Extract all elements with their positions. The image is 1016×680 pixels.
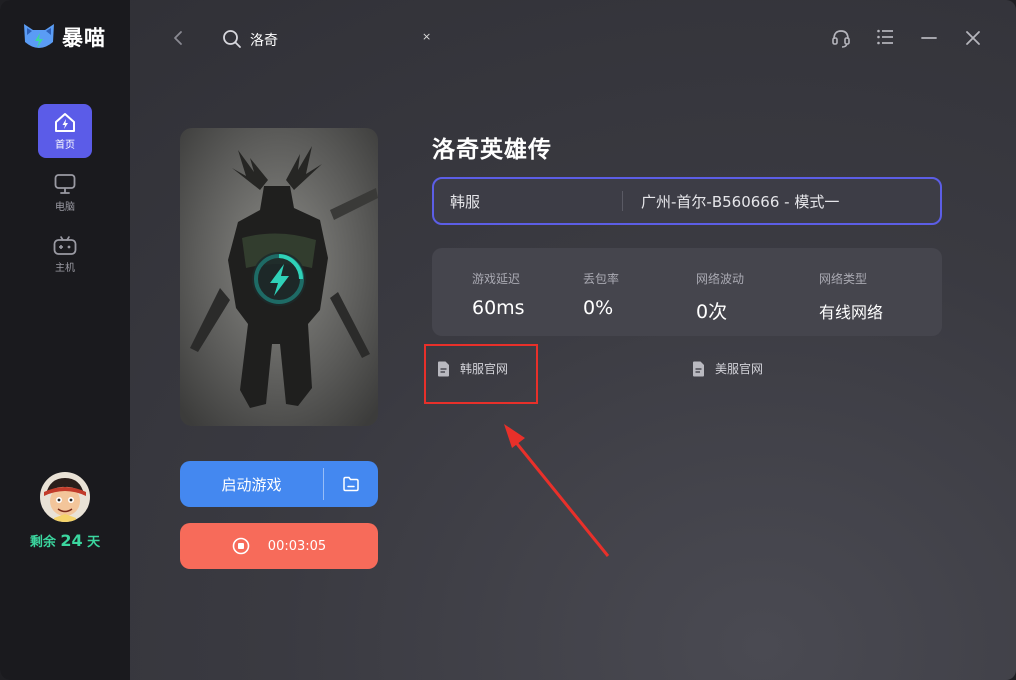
open-folder-button[interactable] [324, 476, 378, 492]
app-name: 暴喵 [62, 26, 106, 50]
close-icon[interactable] [965, 30, 981, 46]
sidebar-item-console[interactable]: 主机 [38, 227, 92, 281]
acceleration-timer: 00:03:05 [267, 538, 327, 554]
folder-icon [343, 476, 359, 492]
sidebar-item-label: 首页 [55, 140, 75, 151]
gamepad-icon [53, 236, 77, 255]
stat-value: 0次 [696, 301, 728, 323]
stat-label: 网络类型 [819, 272, 868, 286]
start-game-button[interactable]: 启动游戏 [180, 461, 378, 507]
sidebar-item-label: 主机 [55, 263, 75, 274]
sidebar: 暴喵 首页 电脑 主机 剩余 24 天 [0, 0, 130, 680]
remaining-prefix: 剩余 [29, 535, 56, 550]
search-icon [223, 30, 241, 48]
stat-value: 有线网络 [819, 303, 884, 322]
stat-value: 60ms [472, 297, 525, 319]
network-stats-panel: 游戏延迟 60ms 丢包率 0% 网络波动 0次 网络类型 有线网络 [432, 248, 942, 336]
back-arrow-icon[interactable] [172, 30, 186, 46]
sidebar-item-home[interactable]: 首页 [38, 104, 92, 158]
server-selector[interactable]: 韩服 广州-首尔-B560666 - 模式一 [432, 177, 942, 225]
avatar[interactable] [40, 472, 90, 522]
game-cover-image [180, 128, 378, 426]
server-region: 韩服 [450, 193, 481, 211]
home-icon [55, 113, 75, 132]
stat-jitter: 网络波动 0次 [696, 270, 744, 324]
stat-network-type: 网络类型 有线网络 [819, 270, 883, 323]
minimize-icon[interactable] [921, 36, 937, 40]
link-us-official-site[interactable]: 美服官网 [692, 360, 763, 377]
stop-acceleration-button[interactable]: 00:03:05 [180, 523, 378, 569]
monitor-icon [54, 174, 76, 194]
app-window: 暴喵 首页 电脑 主机 剩余 24 天 洛奇 × 启动游戏 00:03:05 洛… [0, 0, 1016, 680]
link-label: 美服官网 [715, 362, 764, 376]
server-node: 广州-首尔-B560666 - 模式一 [641, 193, 840, 211]
stat-packet-loss: 丢包率 0% [583, 270, 619, 319]
document-icon [693, 361, 704, 376]
headset-icon[interactable] [831, 28, 851, 48]
search-clear-button[interactable]: × [422, 30, 431, 43]
game-cover-art [180, 128, 378, 426]
stat-label: 网络波动 [696, 272, 745, 286]
stat-latency: 游戏延迟 60ms [472, 270, 525, 319]
start-game-label: 启动游戏 [221, 475, 282, 494]
sidebar-item-label: 电脑 [55, 202, 75, 213]
annotation-highlight-box [424, 344, 538, 404]
avatar-image [40, 472, 90, 522]
menu-list-icon[interactable] [876, 28, 894, 46]
remaining-days-count: 24 [60, 531, 83, 550]
stat-value: 0% [583, 297, 614, 319]
search-input[interactable]: 洛奇 [250, 30, 278, 50]
annotation-arrow [504, 424, 610, 557]
server-divider [622, 191, 623, 211]
stat-label: 游戏延迟 [472, 272, 521, 286]
remaining-days: 剩余 24 天 [0, 531, 130, 550]
game-title: 洛奇英雄传 [432, 137, 552, 163]
sidebar-item-pc[interactable]: 电脑 [38, 166, 92, 220]
app-logo[interactable]: 暴喵 [22, 22, 106, 52]
cat-logo-icon [24, 24, 54, 48]
stop-icon [232, 537, 250, 555]
stat-label: 丢包率 [583, 272, 620, 286]
remaining-suffix: 天 [87, 535, 101, 550]
